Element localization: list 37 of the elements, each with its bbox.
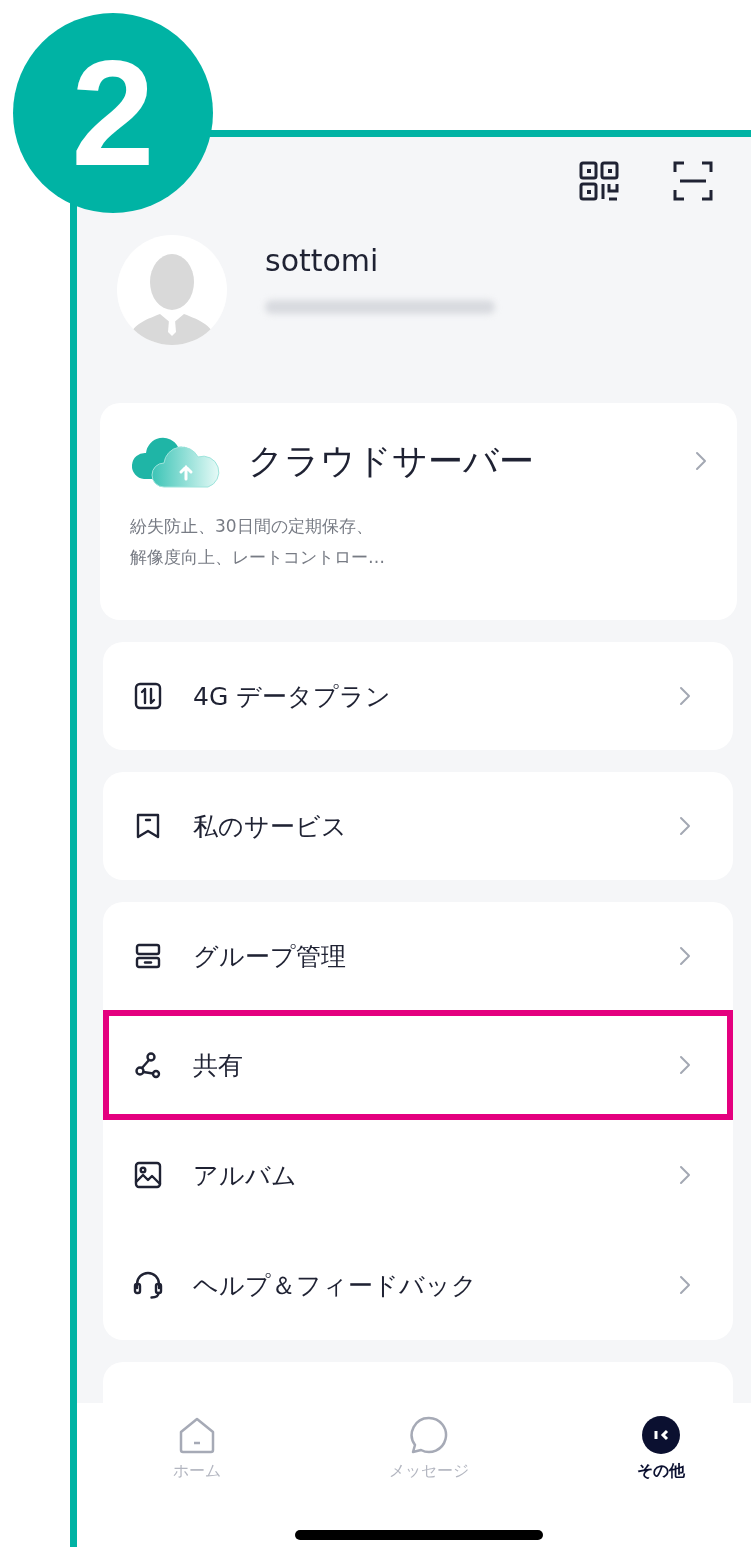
chevron-right-icon: [679, 816, 691, 836]
menu-item[interactable]: ヘルプ＆フィードバック: [103, 1230, 733, 1340]
image-icon: [134, 1161, 162, 1189]
chevron-right-icon: [695, 451, 707, 471]
menu-item[interactable]: グループ管理: [103, 902, 733, 1010]
menu-item-label: 4G データプラン: [193, 680, 393, 713]
cloud-server-description: 紛失防止、30日間の定期保存、: [130, 515, 373, 538]
menu-item-label: アルバム: [193, 1159, 298, 1192]
headset-icon: [133, 1270, 163, 1300]
step-number-badge: 2: [13, 13, 213, 213]
menu-item-label: 私のサービス: [193, 810, 348, 843]
cloud-server-description: 解像度向上、レートコントロー…: [130, 546, 385, 569]
chevron-right-icon: [679, 1055, 691, 1075]
menu-item[interactable]: 共有: [103, 1010, 733, 1120]
menu-item[interactable]: アルバム: [103, 1120, 733, 1230]
chat-bubble-icon: [409, 1415, 449, 1455]
menu-item[interactable]: 私のサービス: [103, 772, 733, 880]
share-icon: [134, 1051, 162, 1079]
chevron-right-icon: [679, 686, 691, 706]
chevron-right-icon: [679, 946, 691, 966]
chevron-right-icon: [679, 1275, 691, 1295]
data-transfer-icon: [134, 682, 162, 710]
more-icon: [641, 1415, 681, 1455]
chevron-right-icon: [679, 1165, 691, 1185]
cloud-server-title: クラウドサーバー: [248, 439, 535, 483]
user-name: sottomi: [265, 243, 380, 278]
tab-bar-item[interactable]: その他: [601, 1415, 721, 1482]
menu-item-label: 共有: [193, 1049, 244, 1082]
bookmark-icon: [134, 812, 162, 840]
scan-icon[interactable]: [672, 160, 714, 202]
menu-item-label: ヘルプ＆フィードバック: [193, 1269, 478, 1302]
group-icon: [134, 942, 162, 970]
cloud-server-card[interactable]: クラウドサーバー 紛失防止、30日間の定期保存、 解像度向上、レートコントロー…: [100, 403, 737, 620]
home-icon: [177, 1415, 217, 1455]
menu-item-label: グループ管理: [193, 940, 347, 973]
qr-code-icon[interactable]: [578, 160, 620, 202]
menu-item[interactable]: 4G データプラン: [103, 642, 733, 750]
